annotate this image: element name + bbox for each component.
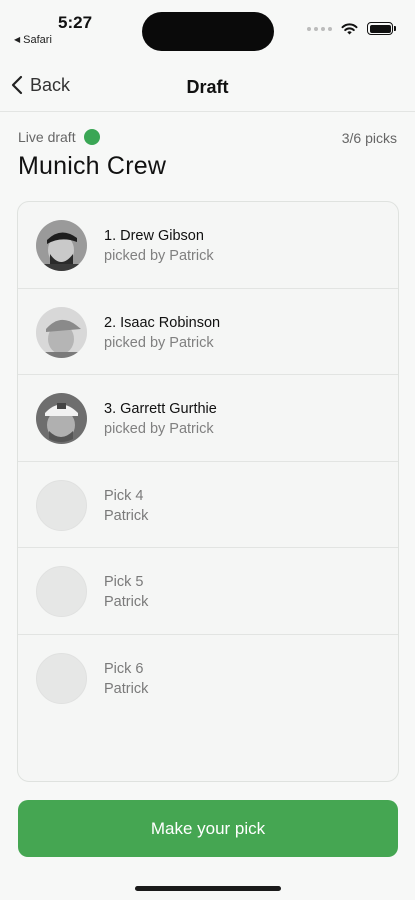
status-icons	[307, 22, 396, 35]
page-title: Draft	[186, 77, 229, 97]
status-time: 5:27	[58, 13, 93, 32]
live-status-dot	[83, 129, 100, 145]
wifi-icon	[341, 23, 358, 35]
pick-subtitle: picked by Patrick	[104, 248, 214, 264]
status-bar: 5:27 ◀ Safari	[0, 0, 415, 62]
pick-title: Pick 4	[104, 487, 144, 504]
pick-row-2[interactable]: 2. Isaac Robinson picked by Patrick	[18, 289, 398, 375]
player-avatar	[36, 306, 87, 358]
pick-text: 2. Isaac Robinson picked by Patrick	[104, 313, 220, 354]
pick-owner: Patrick	[104, 594, 149, 610]
pick-text: Pick 6 Patrick	[104, 659, 148, 700]
picks-count: 3/6 picks	[341, 130, 397, 146]
navigation-bar: Back Draft	[0, 62, 415, 112]
pick-title: 3. Garrett Gurthie	[104, 401, 217, 417]
back-app-arrow-icon: ◀	[14, 35, 21, 44]
pick-text: Pick 4 Patrick	[104, 486, 148, 527]
pick-row-1[interactable]: 1. Drew Gibson picked by Patrick	[18, 202, 398, 289]
pick-row-4[interactable]: Pick 4 Patrick	[18, 462, 398, 548]
make-your-pick-button[interactable]: Make your pick	[18, 800, 398, 857]
pick-text: 3. Garrett Gurthie picked by Patrick	[104, 399, 217, 440]
pick-row-3[interactable]: 3. Garrett Gurthie picked by Patrick	[18, 375, 398, 462]
home-indicator	[135, 886, 281, 891]
empty-avatar-placeholder	[36, 566, 87, 617]
player-avatar	[36, 393, 87, 444]
back-to-app-link[interactable]: ◀ Safari	[14, 34, 52, 46]
pick-title: Pick 5	[104, 574, 144, 590]
pick-title: 1. Drew Gibson	[104, 228, 204, 244]
pick-owner: Patrick	[104, 507, 149, 524]
pick-owner: Patrick	[104, 680, 149, 697]
back-app-label: Safari	[23, 34, 52, 46]
pick-subtitle: picked by Patrick	[104, 421, 214, 437]
pick-row-5[interactable]: Pick 5 Patrick	[18, 548, 398, 635]
pick-title: 2. Isaac Robinson	[104, 314, 221, 331]
battery-icon	[367, 22, 396, 35]
pick-row-6[interactable]: Pick 6 Patrick	[18, 635, 398, 722]
live-draft-label: Live draft	[18, 129, 76, 145]
cellular-signal-icon	[307, 26, 332, 31]
pick-title: Pick 6	[104, 660, 144, 677]
player-avatar	[36, 220, 87, 271]
live-draft-indicator: Live draft	[18, 129, 100, 145]
dynamic-island	[142, 12, 274, 51]
pick-subtitle: picked by Patrick	[104, 334, 214, 351]
group-name: Munich Crew	[18, 152, 167, 180]
pick-text: Pick 5 Patrick	[104, 572, 148, 613]
pick-text: 1. Drew Gibson picked by Patrick	[104, 226, 214, 267]
draft-screen: 5:27 ◀ Safari Back Draft Live draft 3/6 p…	[0, 0, 415, 900]
empty-avatar-placeholder	[36, 652, 87, 704]
picks-list: 1. Drew Gibson picked by Patrick 2. Isaa…	[17, 201, 399, 782]
empty-avatar-placeholder	[36, 479, 87, 531]
